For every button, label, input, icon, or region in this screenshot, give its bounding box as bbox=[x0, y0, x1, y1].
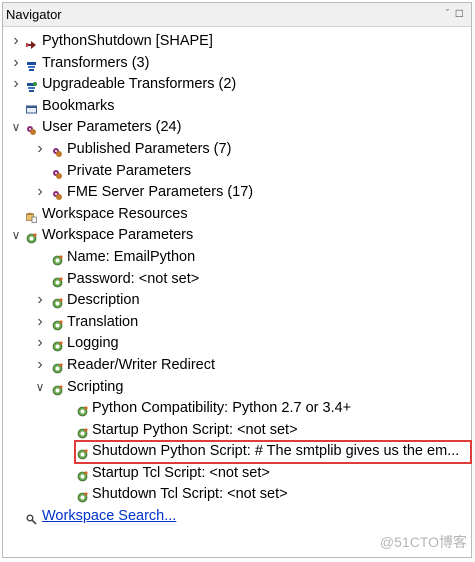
tree-item-label: Reader/Writer Redirect bbox=[67, 356, 216, 373]
tree-item-label: Startup Tcl Script: <not set> bbox=[92, 464, 270, 481]
chevron-right-icon[interactable]: › bbox=[34, 354, 46, 376]
tree-item-description[interactable]: › Description bbox=[3, 290, 471, 312]
tree-item-label: Logging bbox=[67, 335, 119, 352]
navigator-panel: Navigator ˇ □ › PythonShutdown [SHAPE] › Tr… bbox=[2, 2, 472, 558]
transformers-icon bbox=[26, 58, 37, 71]
user-parameters-icon bbox=[26, 122, 37, 136]
tree-item-workspace-resources[interactable]: Workspace Resources bbox=[3, 204, 471, 226]
parameter-group-icon bbox=[52, 360, 63, 374]
fme-server-parameters-icon bbox=[52, 187, 63, 201]
tree-item-label: Name: EmailPython bbox=[67, 248, 196, 265]
tree-item-label: Python Compatibility: Python 2.7 or 3.4+ bbox=[92, 400, 352, 417]
parameter-icon bbox=[77, 468, 88, 482]
navigator-titlebar: Navigator ˇ □ bbox=[3, 3, 471, 27]
tree-item-label: Password: <not set> bbox=[67, 270, 200, 287]
panel-title: Navigator bbox=[6, 7, 62, 22]
tree-item-startup-python-script[interactable]: Startup Python Script: <not set> bbox=[3, 420, 471, 442]
parameter-icon bbox=[77, 403, 88, 417]
tree-item-bookmarks[interactable]: Bookmarks bbox=[3, 96, 471, 118]
tree-item-reader-writer-redirect[interactable]: › Reader/Writer Redirect bbox=[3, 355, 471, 377]
parameter-icon bbox=[52, 252, 63, 266]
navigator-tree: › PythonShutdown [SHAPE] › Transformers (3)… bbox=[3, 31, 472, 528]
chevron-down-icon[interactable]: ∨ bbox=[10, 225, 22, 247]
chevron-right-icon[interactable]: › bbox=[10, 73, 22, 95]
workspace-search-label[interactable]: Workspace Search... bbox=[42, 506, 176, 528]
tree-item-label: Published Parameters (7) bbox=[67, 140, 232, 157]
parameter-icon bbox=[77, 425, 88, 439]
parameter-icon bbox=[77, 489, 88, 503]
chevron-right-icon[interactable]: › bbox=[34, 311, 46, 333]
tree-item-label: Scripting bbox=[67, 378, 124, 395]
tree-item-private-parameters[interactable]: Private Parameters bbox=[3, 161, 471, 183]
chevron-right-icon[interactable]: › bbox=[10, 30, 22, 52]
chevron-right-icon[interactable]: › bbox=[34, 181, 46, 203]
search-icon bbox=[26, 511, 37, 525]
tree-item-scripting[interactable]: ∨ Scripting bbox=[3, 377, 471, 399]
tree-item-label: FME Server Parameters (17) bbox=[67, 184, 254, 201]
tree-item-label: Workspace Resources bbox=[42, 205, 188, 222]
chevron-right-icon[interactable]: › bbox=[34, 138, 46, 160]
tree-item-label: Translation bbox=[67, 313, 139, 330]
tree-item-shutdown-tcl-script[interactable]: Shutdown Tcl Script: <not set> bbox=[3, 484, 471, 506]
tree-item-pythonshutdown[interactable]: › PythonShutdown [SHAPE] bbox=[3, 31, 471, 53]
python-shutdown-icon bbox=[26, 36, 37, 49]
highlight-box bbox=[74, 440, 472, 465]
workspace-search-link[interactable]: Workspace Search... bbox=[3, 506, 471, 528]
tree-item-published-parameters[interactable]: › Published Parameters (7) bbox=[3, 139, 471, 161]
published-parameters-icon bbox=[52, 144, 63, 157]
tree-item-label: Upgradeable Transformers (2) bbox=[42, 76, 237, 93]
tree-item-label: Bookmarks bbox=[42, 97, 115, 114]
tree-item-shutdown-python-script[interactable]: Shutdown Python Script: # The smtplib gi… bbox=[3, 440, 472, 465]
tree-item-label: Startup Python Script: <not set> bbox=[92, 421, 298, 438]
tree-item-label: Transformers (3) bbox=[42, 54, 150, 71]
minimize-icon[interactable]: □ bbox=[456, 6, 463, 20]
parameter-group-icon bbox=[52, 317, 63, 331]
tree-item-user-parameters[interactable]: ∨ User Parameters (24) bbox=[3, 117, 471, 139]
tree-item-label: PythonShutdown [SHAPE] bbox=[42, 33, 213, 49]
chevron-down-icon[interactable]: ∨ bbox=[34, 377, 46, 399]
parameter-group-icon bbox=[52, 382, 63, 395]
tree-item-label: Shutdown Tcl Script: <not set> bbox=[92, 486, 288, 503]
tree-item-label: Workspace Parameters bbox=[42, 227, 194, 244]
upgradeable-transformers-icon bbox=[26, 79, 37, 93]
bookmarks-icon bbox=[26, 101, 37, 114]
tree-item-fme-server-parameters[interactable]: › FME Server Parameters (17) bbox=[3, 182, 471, 204]
tree-item-logging[interactable]: › Logging bbox=[3, 333, 471, 355]
tree-item-startup-tcl-script[interactable]: Startup Tcl Script: <not set> bbox=[3, 463, 471, 485]
tree-item-label: Description bbox=[67, 292, 140, 309]
tree-item-name[interactable]: Name: EmailPython bbox=[3, 247, 471, 269]
parameter-group-icon bbox=[52, 338, 63, 352]
private-parameters-icon bbox=[52, 166, 63, 179]
workspace-parameters-icon bbox=[26, 230, 37, 244]
tree-item-password[interactable]: Password: <not set> bbox=[3, 269, 471, 291]
watermark: @51CTO博客 bbox=[379, 534, 467, 550]
chevron-right-icon[interactable]: › bbox=[34, 332, 46, 354]
tree-item-label: Private Parameters bbox=[67, 162, 192, 179]
chevron-down-icon[interactable]: ∨ bbox=[10, 117, 22, 139]
parameter-icon bbox=[52, 274, 63, 287]
parameter-group-icon bbox=[52, 295, 63, 309]
chevron-right-icon[interactable]: › bbox=[10, 52, 22, 74]
tree-item-transformers[interactable]: › Transformers (3) bbox=[3, 53, 471, 75]
tree-item-translation[interactable]: › Translation bbox=[3, 312, 471, 334]
tree-item-label: User Parameters (24) bbox=[42, 119, 182, 136]
tree-item-python-compatibility[interactable]: Python Compatibility: Python 2.7 or 3.4+ bbox=[3, 398, 471, 420]
tree-item-workspace-parameters[interactable]: ∨ Workspace Parameters bbox=[3, 225, 471, 247]
chevron-right-icon[interactable]: › bbox=[34, 289, 46, 311]
tree-item-upgradeable-transformers[interactable]: › Upgradeable Transformers (2) bbox=[3, 74, 471, 96]
workspace-resources-icon bbox=[26, 209, 37, 223]
pin-icon[interactable]: ˇ bbox=[446, 8, 449, 18]
